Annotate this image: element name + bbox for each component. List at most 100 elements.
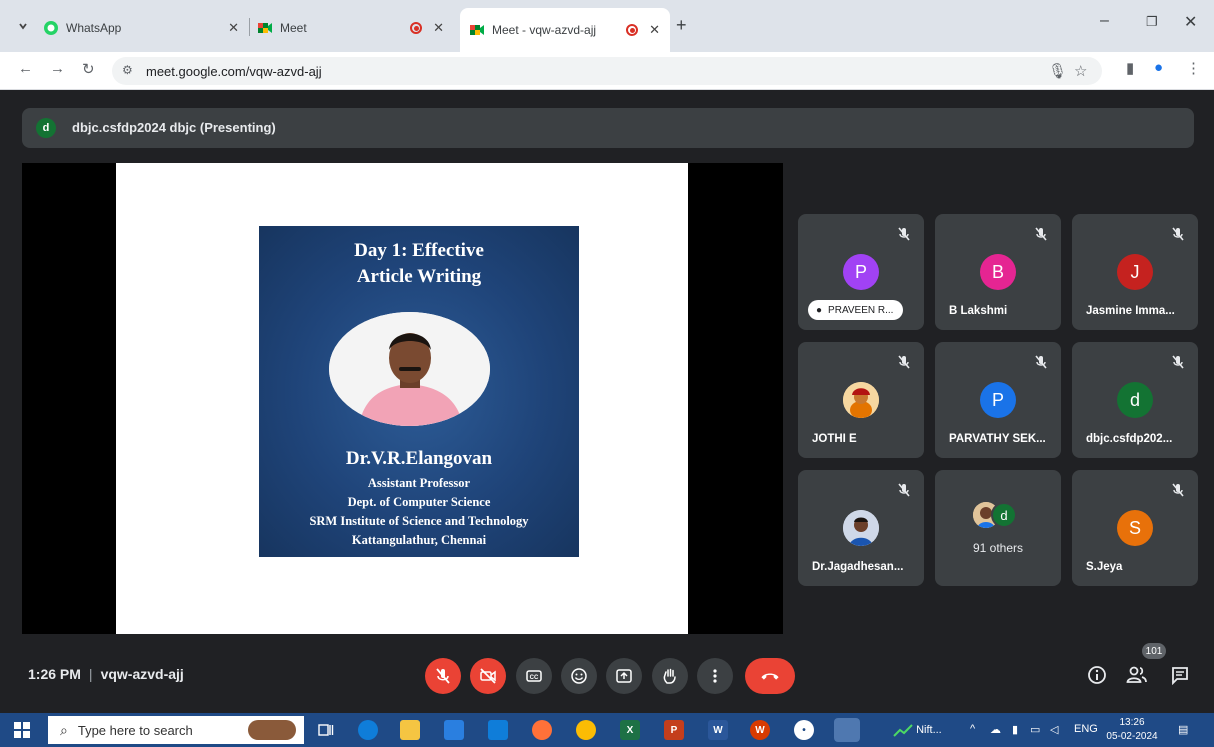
participant-tile[interactable]: P PARVATHY SEK... — [935, 342, 1061, 458]
reload-button[interactable]: ↻ — [82, 60, 95, 78]
slide-poster: Day 1: Effective Article Writing Dr.V.R.… — [259, 226, 579, 557]
participant-tile[interactable]: Dr.Jagadhesan... — [798, 470, 924, 586]
tab-meet-active[interactable]: Meet - vqw-azvd-ajj ✕ — [460, 8, 670, 52]
browser-menu-icon[interactable]: ⋮ — [1186, 59, 1201, 77]
windows-start-icon[interactable] — [14, 722, 30, 738]
shared-slide: Day 1: Effective Article Writing Dr.V.R.… — [116, 163, 688, 634]
close-tab-icon[interactable]: ✕ — [649, 22, 660, 38]
people-button[interactable] — [1126, 665, 1148, 690]
participant-tile[interactable]: JOTHI E — [798, 342, 924, 458]
chrome-icon[interactable] — [576, 720, 596, 740]
side-panel-icon[interactable]: ▮ — [1126, 59, 1134, 77]
taskbar-clock[interactable]: 13:26 05-02-2024 — [1106, 716, 1158, 744]
participant-tile[interactable]: P ● PRAVEEN R... — [798, 214, 924, 330]
search-placeholder: Type here to search — [77, 722, 193, 738]
new-tab-button[interactable]: + — [676, 15, 687, 36]
file-explorer-icon[interactable] — [400, 720, 420, 740]
others-tile[interactable]: d 91 others — [935, 470, 1061, 586]
avatar: J — [1117, 254, 1153, 290]
people-count-badge: 101 — [1142, 643, 1166, 659]
url-text[interactable]: meet.google.com/vqw-azvd-ajj — [146, 64, 322, 79]
camera-toggle-button[interactable] — [470, 658, 506, 694]
tab-separator — [249, 18, 250, 36]
more-options-button[interactable] — [697, 658, 733, 694]
show-hidden-icons-icon[interactable]: ^ — [970, 723, 975, 735]
mic-off-icon — [898, 483, 910, 497]
present-now-button[interactable] — [606, 658, 642, 694]
speaker-department: Dept. of Computer Science — [347, 495, 491, 509]
restore-button[interactable]: ❐ — [1146, 14, 1158, 30]
avatar: P — [843, 254, 879, 290]
site-info-icon[interactable]: ⚙ — [122, 63, 133, 77]
chrome-active-icon[interactable] — [834, 718, 860, 742]
firefox-icon[interactable] — [532, 720, 552, 740]
recording-icon — [410, 22, 422, 34]
close-tab-icon[interactable]: ✕ — [228, 20, 239, 36]
meeting-time: 1:26 PM — [28, 666, 81, 682]
tab-whatsapp[interactable]: WhatsApp ✕ — [44, 10, 249, 46]
bookmark-star-icon[interactable]: ☆ — [1074, 62, 1087, 80]
presenting-banner: d dbjc.csfdp2024 dbjc (Presenting) — [22, 108, 1194, 148]
reactions-button[interactable] — [561, 658, 597, 694]
participant-tile[interactable]: S S.Jeya — [1072, 470, 1198, 586]
search-highlight-image[interactable] — [248, 720, 296, 740]
meeting-details-button[interactable] — [1087, 665, 1107, 690]
back-button[interactable]: ← — [18, 60, 33, 77]
microphone-tray-icon[interactable]: ▮ — [1012, 723, 1018, 736]
presenting-label: dbjc.csfdp2024 dbjc (Presenting) — [72, 120, 276, 135]
participant-tile[interactable]: B B Lakshmi — [935, 214, 1061, 330]
tab-search-dropdown[interactable] — [12, 15, 34, 37]
profile-icon[interactable]: ● — [1154, 59, 1163, 76]
participant-name: PARVATHY SEK... — [949, 433, 1046, 445]
excel-icon[interactable]: X — [620, 720, 640, 740]
chat-button[interactable] — [1170, 665, 1190, 690]
stocks-widget[interactable]: Nift... — [893, 723, 942, 737]
browser-toolbar: ← → ↻ ⚙ meet.google.com/vqw-azvd-ajj 🎙 ☆… — [0, 52, 1214, 90]
task-view-icon[interactable] — [316, 720, 336, 740]
emoji-icon — [571, 668, 587, 684]
participant-name: Jasmine Imma... — [1086, 305, 1175, 317]
word-icon[interactable]: W — [708, 720, 728, 740]
avatar — [843, 510, 879, 546]
raise-hand-icon — [663, 668, 676, 684]
participant-name: Dr.Jagadhesan... — [812, 561, 904, 573]
volume-icon[interactable]: ◁ — [1050, 723, 1058, 736]
leave-call-button[interactable] — [745, 658, 795, 694]
people-icon — [1126, 666, 1147, 683]
pinned-name-pill[interactable]: ● PRAVEEN R... — [808, 300, 904, 320]
avatar: S — [1117, 510, 1153, 546]
raise-hand-button[interactable] — [652, 658, 688, 694]
present-icon — [616, 669, 632, 683]
speaker-photo — [329, 312, 490, 426]
microsoft-store-icon[interactable] — [444, 720, 464, 740]
meet-icon — [258, 23, 272, 33]
captions-button[interactable]: CC — [516, 658, 552, 694]
close-window-button[interactable]: ✕ — [1184, 12, 1197, 32]
avatar: B — [980, 254, 1016, 290]
hang-up-icon — [761, 673, 779, 680]
network-icon[interactable]: ▭ — [1030, 723, 1040, 736]
microphone-icon[interactable]: 🎙 — [1048, 62, 1067, 80]
minimize-button[interactable]: – — [1100, 12, 1109, 30]
tab-meet[interactable]: Meet ✕ — [258, 10, 454, 46]
captions-icon: CC — [526, 670, 542, 682]
input-language[interactable]: ENG — [1074, 723, 1098, 735]
avatar: d — [1117, 382, 1153, 418]
close-tab-icon[interactable]: ✕ — [433, 20, 444, 36]
cloud-icon[interactable]: ☁ — [990, 723, 1001, 736]
app-icon[interactable]: • — [794, 720, 814, 740]
tab-title: WhatsApp — [66, 21, 122, 35]
participant-name: B Lakshmi — [949, 305, 1008, 317]
participant-name: PRAVEEN R... — [828, 304, 894, 316]
edge-icon[interactable] — [358, 720, 378, 740]
mic-off-icon — [1172, 355, 1184, 369]
forward-button[interactable]: → — [50, 60, 65, 77]
mic-toggle-button[interactable] — [425, 658, 461, 694]
notifications-icon[interactable]: ▤ — [1178, 723, 1188, 736]
wps-office-icon[interactable]: W — [750, 720, 770, 740]
participant-tile[interactable]: d dbjc.csfdp202... — [1072, 342, 1198, 458]
participant-tile[interactable]: J Jasmine Imma... — [1072, 214, 1198, 330]
address-bar[interactable]: ⚙ meet.google.com/vqw-azvd-ajj 🎙 ☆ — [112, 57, 1102, 85]
powerpoint-icon[interactable]: P — [664, 720, 684, 740]
mail-icon[interactable] — [488, 720, 508, 740]
